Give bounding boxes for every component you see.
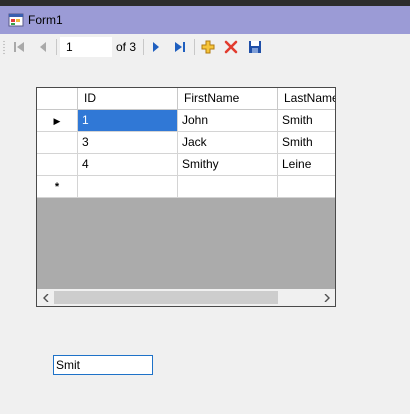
search-textbox[interactable]	[53, 355, 153, 375]
chevron-right-icon	[324, 293, 330, 302]
scroll-right-button[interactable]	[318, 289, 335, 306]
new-cell-id[interactable]	[78, 176, 178, 198]
save-icon	[249, 41, 261, 53]
cell-firstname[interactable]: Jack	[178, 132, 278, 154]
delete-button[interactable]	[223, 39, 239, 55]
delete-icon	[224, 40, 238, 54]
new-row-indicator-icon: *	[54, 181, 60, 193]
new-cell-firstname[interactable]	[178, 176, 278, 198]
new-cell-lastname[interactable]	[278, 176, 335, 198]
move-previous-button[interactable]	[35, 39, 51, 55]
current-row-indicator-icon: ▶	[53, 116, 61, 126]
top-left-header-cell[interactable]	[37, 88, 78, 110]
window-title: Form1	[28, 13, 63, 27]
table-row[interactable]: 3 Jack Smith	[37, 132, 335, 154]
cell-lastname[interactable]: Smith	[278, 110, 335, 132]
chevron-left-icon	[42, 293, 48, 302]
horizontal-scrollbar[interactable]	[37, 289, 335, 306]
row-header-new[interactable]: *	[37, 176, 78, 198]
move-last-button[interactable]	[172, 39, 188, 55]
count-label: of 3	[116, 40, 137, 54]
form-icon	[8, 13, 24, 27]
cell-lastname[interactable]: Smith	[278, 132, 335, 154]
position-input[interactable]	[60, 37, 112, 57]
save-button[interactable]	[247, 39, 263, 55]
add-new-button[interactable]	[200, 39, 216, 55]
new-row[interactable]: *	[37, 176, 335, 198]
column-header-lastname[interactable]: LastName	[278, 88, 335, 110]
binding-navigator: of 3	[0, 34, 410, 60]
toolbar-separator	[143, 39, 144, 55]
add-new-icon	[201, 40, 215, 54]
cell-lastname[interactable]: Leine	[278, 154, 335, 176]
toolbar-separator	[56, 39, 57, 55]
cell-id[interactable]: 3	[78, 132, 178, 154]
move-previous-icon	[40, 42, 46, 52]
cell-firstname[interactable]: John	[178, 110, 278, 132]
row-header[interactable]	[37, 132, 78, 154]
toolbar-separator	[194, 39, 195, 55]
column-header-firstname[interactable]: FirstName	[178, 88, 278, 110]
move-next-button[interactable]	[148, 39, 164, 55]
scroll-left-button[interactable]	[37, 289, 54, 306]
cell-firstname[interactable]: Smithy	[178, 154, 278, 176]
scroll-thumb[interactable]	[54, 291, 278, 304]
table-row[interactable]: 4 Smithy Leine	[37, 154, 335, 176]
data-grid[interactable]: ID FirstName LastName ▶ 1 John Smith 3 J…	[36, 87, 336, 307]
move-next-icon	[153, 42, 159, 52]
row-header-current[interactable]: ▶	[37, 110, 78, 132]
column-header-row: ID FirstName LastName	[37, 88, 335, 110]
row-header[interactable]	[37, 154, 78, 176]
column-header-id[interactable]: ID	[78, 88, 178, 110]
title-bar[interactable]: Form1	[0, 6, 410, 34]
move-first-icon	[14, 42, 24, 52]
cell-id[interactable]: 4	[78, 154, 178, 176]
table-row[interactable]: ▶ 1 John Smith	[37, 110, 335, 132]
cell-id[interactable]: 1	[78, 110, 178, 132]
move-first-button[interactable]	[11, 39, 27, 55]
move-last-icon	[175, 42, 185, 52]
toolbar-grip[interactable]	[3, 40, 5, 55]
